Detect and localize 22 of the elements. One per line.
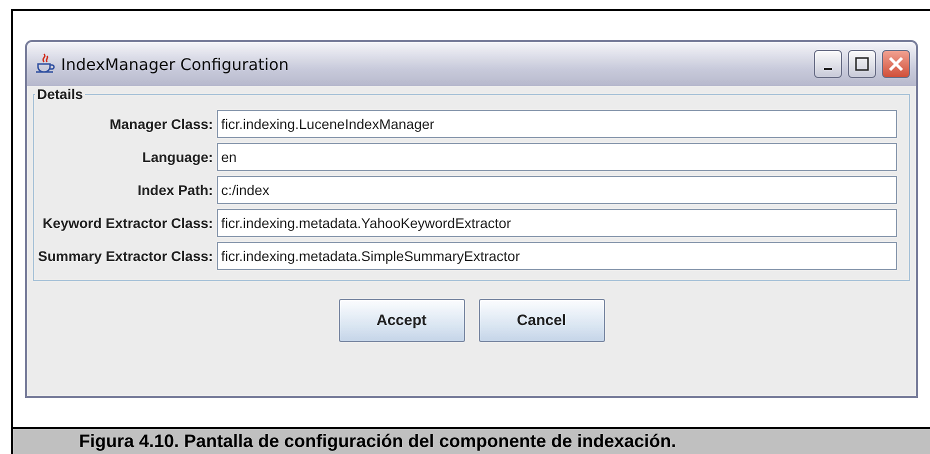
accept-button[interactable]: Accept xyxy=(338,299,464,342)
text-field[interactable]: c:/index xyxy=(217,176,897,204)
text-field[interactable]: ficr.indexing.LuceneIndexManager xyxy=(217,110,897,138)
field-label: Keyword Extractor Class: xyxy=(42,215,214,231)
text-field[interactable]: ficr.indexing.metadata.YahooKeywordExtractor xyxy=(217,209,897,237)
window-title: IndexManager Configuration xyxy=(61,54,290,74)
field-label: Summary Extractor Class: xyxy=(38,248,214,264)
minimize-button[interactable] xyxy=(814,50,842,78)
maximize-icon xyxy=(855,57,869,71)
field-label: Index Path: xyxy=(136,182,214,198)
field-label: Manager Class: xyxy=(108,116,214,132)
text-field[interactable]: ficr.indexing.metadata.SimpleSummaryExtractor xyxy=(217,242,897,270)
minimize-icon xyxy=(824,68,832,70)
maximize-button[interactable] xyxy=(848,50,876,78)
close-button[interactable] xyxy=(882,50,910,78)
group-title: Details xyxy=(36,86,84,102)
close-icon xyxy=(888,56,904,72)
field-label: Language: xyxy=(141,149,214,165)
text-field[interactable]: en xyxy=(217,143,897,171)
coffee-cup-icon xyxy=(35,53,55,75)
cancel-button[interactable]: Cancel xyxy=(478,299,604,342)
figure-caption: Figura 4.10. Pantalla de configuración del componente de indexación. xyxy=(79,431,676,452)
